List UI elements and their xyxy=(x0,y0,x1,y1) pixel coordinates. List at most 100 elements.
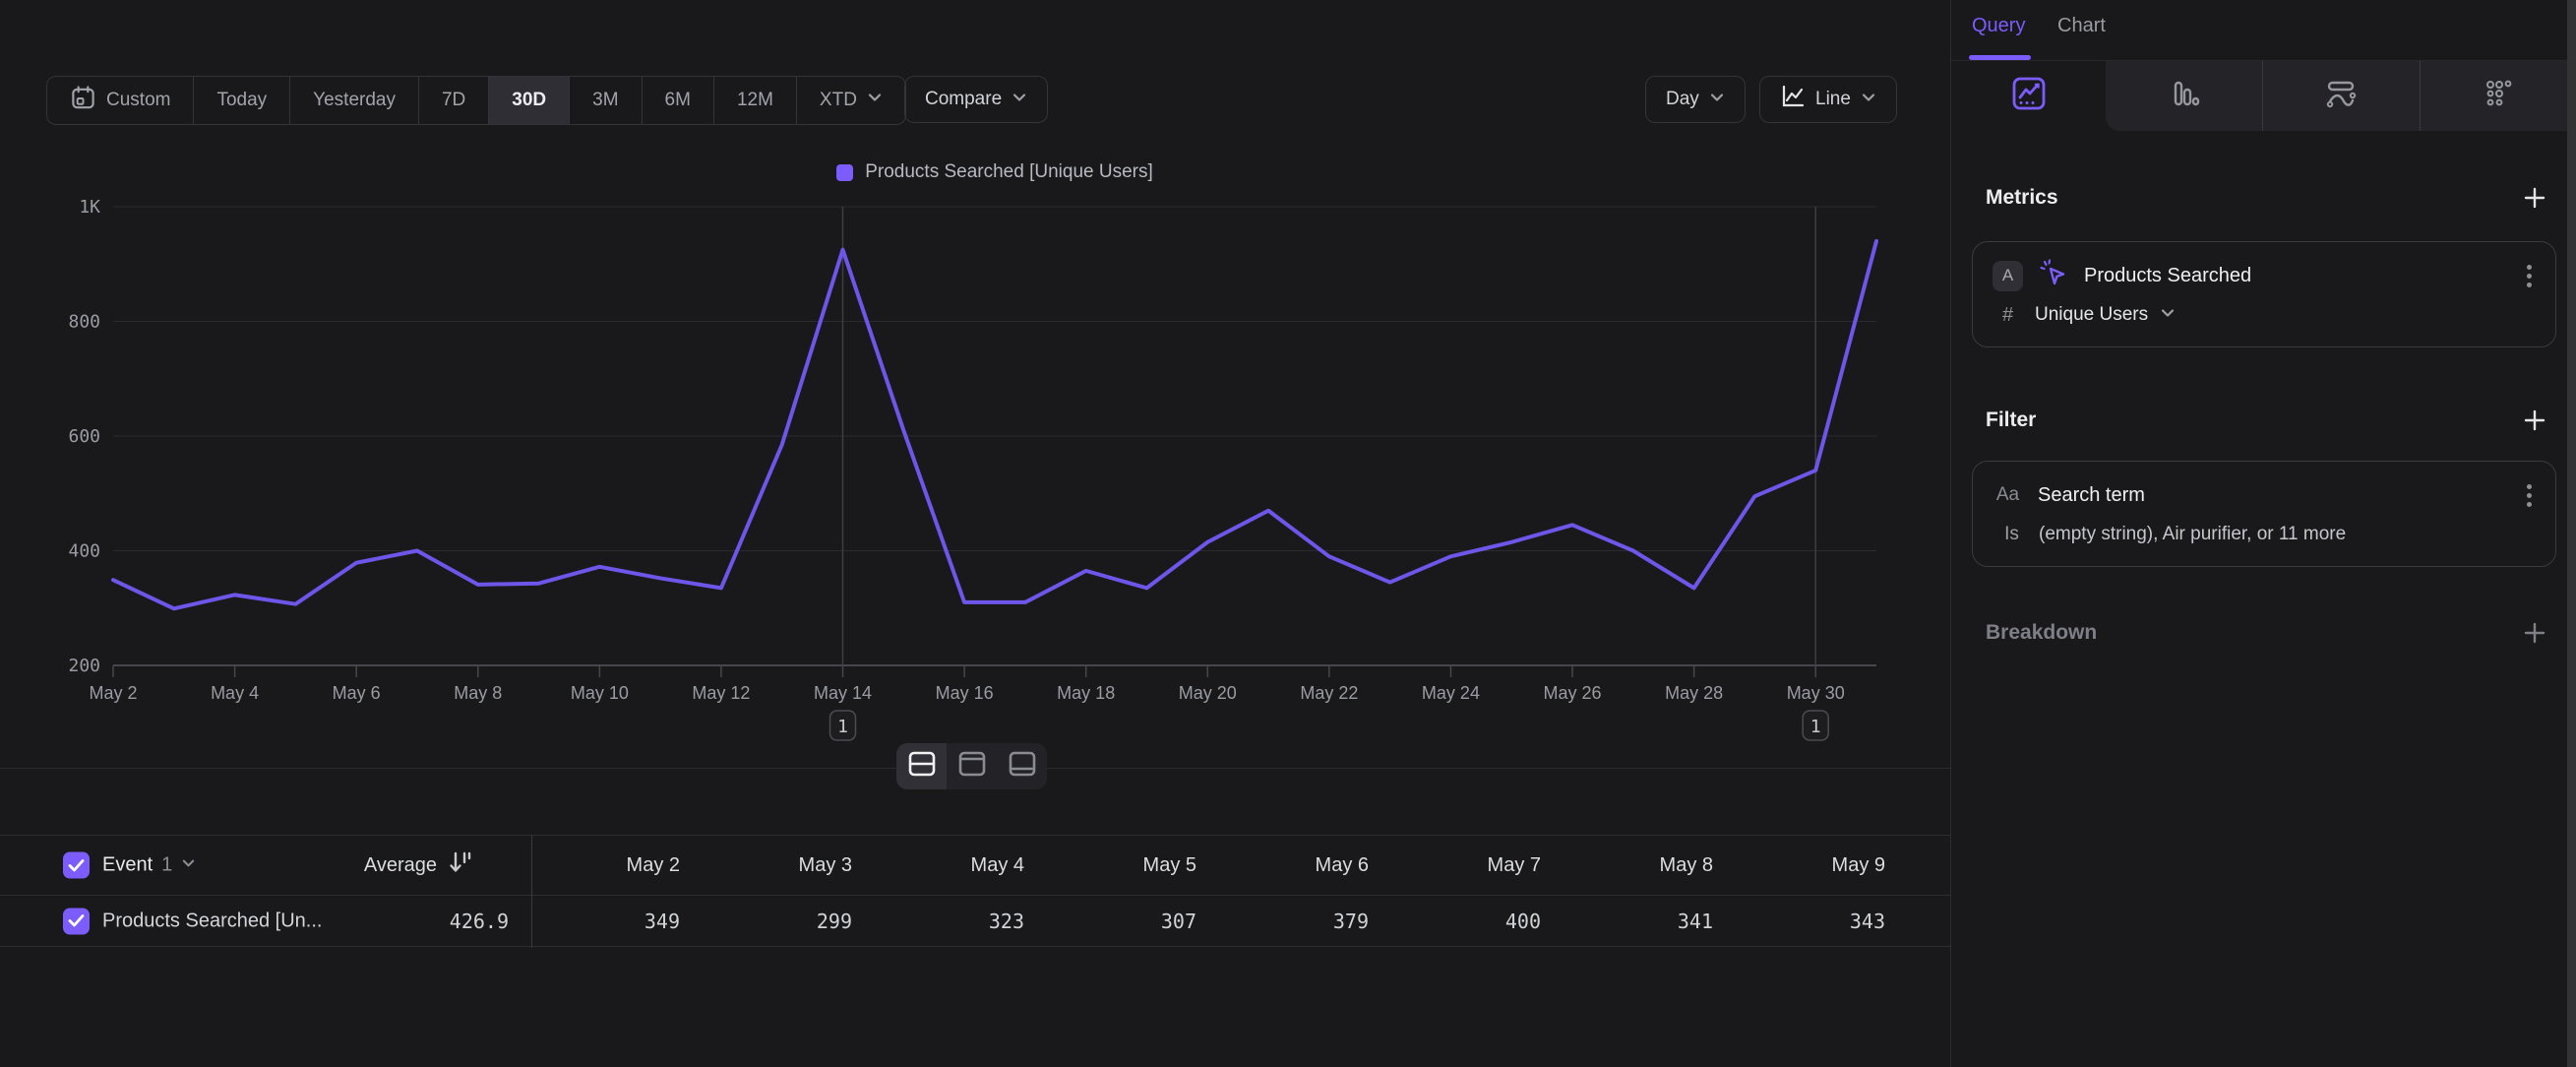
x-axis-tick-label: May 16 xyxy=(936,683,994,703)
day-column-header[interactable]: May 4 xyxy=(876,835,1024,896)
chart-view-icon xyxy=(958,751,986,782)
metrics-heading: Metrics xyxy=(1986,186,2058,210)
view-type-strip xyxy=(2106,61,2576,131)
add-breakdown-button[interactable] xyxy=(2521,619,2548,647)
y-axis-tick-label: 1K xyxy=(79,197,100,218)
tab-flows-view[interactable] xyxy=(2262,61,2419,131)
day-column: May 7400 xyxy=(1392,835,1564,947)
x-axis-tick-label: May 4 xyxy=(211,683,259,703)
x-axis-tick-label: May 18 xyxy=(1057,683,1115,703)
table-view-icon xyxy=(1009,751,1036,782)
x-axis-tick-label: May 10 xyxy=(571,683,629,703)
day-value-cell: 299 xyxy=(704,896,852,947)
y-axis-tick-label: 200 xyxy=(68,656,100,676)
metric-card[interactable]: A Products Searched # Unique Users xyxy=(1972,241,2556,347)
select-all-checkbox[interactable] xyxy=(63,852,90,879)
metric-letter-badge: A xyxy=(1993,261,2023,291)
day-column-header[interactable]: May 2 xyxy=(531,835,680,896)
day-column: May 4323 xyxy=(876,835,1048,947)
grid-dots-icon xyxy=(2482,77,2515,115)
average-value-cell: 426.9 xyxy=(315,910,509,933)
day-value-cell: 343 xyxy=(1737,896,1885,947)
day-value-columns: May 2349May 3299May 4323May 5307May 6379… xyxy=(531,835,1909,947)
day-column-header[interactable]: May 3 xyxy=(704,835,852,896)
split-view-icon xyxy=(908,751,936,782)
chart-view-button[interactable] xyxy=(947,743,997,789)
add-metric-button[interactable] xyxy=(2521,184,2548,212)
tab-insights-view[interactable] xyxy=(1951,61,2106,131)
day-column-header[interactable]: May 6 xyxy=(1220,835,1369,896)
tab-bar-chart-view[interactable] xyxy=(2106,61,2262,131)
filter-operator[interactable]: Is xyxy=(1996,524,2027,545)
x-axis-tick-label: May 26 xyxy=(1544,683,1602,703)
metrics-section-header: Metrics xyxy=(1986,183,2548,213)
day-column-header[interactable]: May 8 xyxy=(1564,835,1713,896)
tab-query[interactable]: Query xyxy=(1972,15,2025,37)
day-column: May 6379 xyxy=(1220,835,1392,947)
layout-view-toggle xyxy=(896,743,1047,789)
active-tab-underline xyxy=(1969,55,2031,60)
filter-section-header: Filter xyxy=(1986,406,2548,435)
day-column-header[interactable]: May 7 xyxy=(1392,835,1541,896)
aggregation-selector[interactable]: Unique Users xyxy=(2035,304,2148,326)
query-panel: Query Chart xyxy=(1950,0,2576,1067)
panel-scrollbar[interactable] xyxy=(2567,0,2576,1067)
metric-title[interactable]: Products Searched xyxy=(2084,265,2508,287)
chevron-down-icon xyxy=(2160,305,2176,326)
day-value-cell: 323 xyxy=(876,896,1024,947)
tab-grid-view[interactable] xyxy=(2420,61,2576,131)
day-value-cell: 307 xyxy=(1048,896,1196,947)
x-axis-tick-label: May 12 xyxy=(692,683,750,703)
filter-value[interactable]: (empty string), Air purifier, or 11 more xyxy=(2039,524,2346,545)
tab-chart[interactable]: Chart xyxy=(2057,15,2106,37)
row-checkbox[interactable] xyxy=(63,908,90,934)
x-axis-tick-label: May 30 xyxy=(1787,683,1845,703)
y-axis-tick-label: 400 xyxy=(68,541,100,562)
x-axis-tick-label: May 22 xyxy=(1300,683,1358,703)
table-view-button[interactable] xyxy=(997,743,1047,789)
y-axis-tick-label: 600 xyxy=(68,426,100,447)
event-column-header[interactable]: Event 1 xyxy=(102,854,196,877)
panel-tab-bar: Query Chart xyxy=(1951,0,2576,61)
x-axis-tick-label: May 24 xyxy=(1422,683,1480,703)
metric-kebab-menu[interactable] xyxy=(2523,261,2536,291)
day-column-header[interactable]: May 5 xyxy=(1048,835,1196,896)
average-label: Average xyxy=(364,854,437,877)
event-cursor-icon xyxy=(2038,258,2069,294)
day-column: May 5307 xyxy=(1048,835,1220,947)
split-view-button[interactable] xyxy=(896,743,947,789)
y-axis-tick-label: 800 xyxy=(68,312,100,333)
filter-heading: Filter xyxy=(1986,408,2036,432)
aggregation-hash-icon: # xyxy=(1993,304,2023,327)
line-chart[interactable]: 200 400 600 800 1K May 2 May 4 May 6 May 8 May 10… xyxy=(0,0,1950,787)
annotation-badge-label: 1 xyxy=(1810,717,1821,737)
breakdown-section-header: Breakdown xyxy=(1986,618,2548,648)
string-property-icon: Aa xyxy=(1993,484,2023,506)
day-column-header[interactable]: May 9 xyxy=(1737,835,1885,896)
filter-property-title[interactable]: Search term xyxy=(2038,484,2508,507)
day-column: May 2349 xyxy=(531,835,704,947)
average-column-header[interactable]: Average xyxy=(276,849,472,881)
day-value-cell: 400 xyxy=(1392,896,1541,947)
x-axis-tick-label: May 8 xyxy=(454,683,502,703)
analytics-app: CustomTodayYesterday7D30D3M6M12MXTD Comp… xyxy=(0,0,2576,1067)
filter-kebab-menu[interactable] xyxy=(2523,480,2536,511)
sort-descending-icon xyxy=(447,849,472,881)
day-column: May 3299 xyxy=(704,835,876,947)
series-line[interactable] xyxy=(113,241,1876,608)
bar-chart-icon xyxy=(2168,77,2201,115)
insights-line-chart-icon xyxy=(2010,75,2048,117)
annotation-badge-label: 1 xyxy=(837,717,848,737)
x-axis-tick-label: May 2 xyxy=(89,683,137,703)
x-axis-tick-label: May 28 xyxy=(1665,683,1723,703)
event-count: 1 xyxy=(161,854,172,877)
day-value-cell: 349 xyxy=(531,896,680,947)
chevron-down-icon xyxy=(181,854,196,877)
add-filter-button[interactable] xyxy=(2521,407,2548,434)
day-value-cell: 379 xyxy=(1220,896,1369,947)
x-axis-tick-label: May 20 xyxy=(1179,683,1237,703)
x-axis-tick-label: May 14 xyxy=(814,683,872,703)
day-column: May 8341 xyxy=(1564,835,1737,947)
filter-card[interactable]: Aa Search term Is (empty string), Air pu… xyxy=(1972,461,2556,567)
x-axis-tick-label: May 6 xyxy=(333,683,381,703)
